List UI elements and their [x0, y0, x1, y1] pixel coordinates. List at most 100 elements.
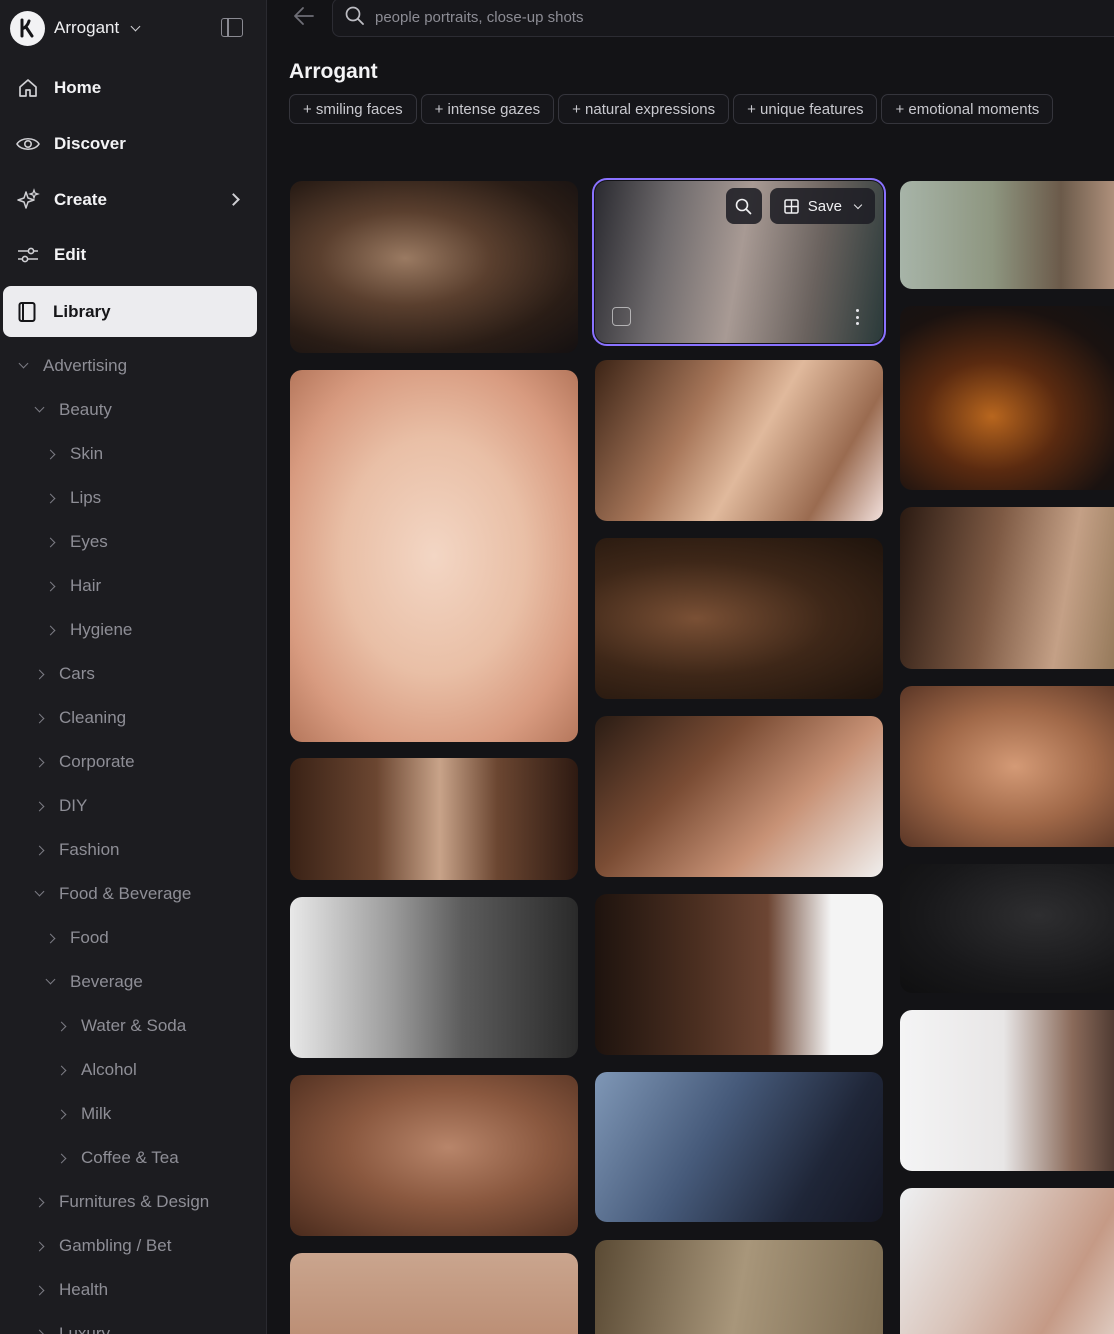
chevron-right-icon — [56, 1021, 67, 1031]
image-tile[interactable] — [595, 538, 883, 699]
image-tile[interactable] — [290, 897, 578, 1058]
image-tile[interactable] — [290, 1253, 578, 1334]
chevron-right-icon — [34, 757, 45, 767]
tree-item-label: Food — [70, 928, 109, 947]
tree-item[interactable]: Beauty — [34, 395, 112, 425]
back-arrow-icon[interactable] — [293, 6, 315, 26]
nav-item-home[interactable]: Home — [4, 63, 258, 113]
image-tile[interactable] — [900, 306, 1114, 490]
nav-label: Home — [54, 78, 102, 97]
image-tile[interactable] — [900, 864, 1114, 993]
image-tile[interactable] — [900, 507, 1114, 669]
chevron-right-icon — [45, 493, 56, 503]
tree-item[interactable]: Lips — [45, 483, 102, 513]
image-tile-selected[interactable]: Save — [592, 178, 886, 346]
tree-item[interactable]: Beverage — [45, 967, 143, 997]
tree-item-label: Furnitures & Design — [59, 1192, 210, 1211]
tree-item[interactable]: Eyes — [45, 527, 108, 557]
image-tile[interactable] — [290, 370, 578, 742]
image-tile[interactable] — [900, 181, 1114, 289]
chip-natural-expressions[interactable]: + natural expressions — [558, 94, 730, 124]
image-tile[interactable] — [290, 181, 578, 353]
sliders-icon — [16, 243, 40, 267]
tree-item[interactable]: Cars — [34, 659, 95, 689]
tree-item-label: Beauty — [59, 400, 112, 419]
tree-item[interactable]: Hair — [45, 571, 101, 601]
search-input[interactable] — [375, 9, 1075, 26]
nav-item-library[interactable]: Library — [3, 286, 257, 337]
tree-item[interactable]: Gambling / Bet — [34, 1231, 171, 1261]
tree-item-label: Coffee & Tea — [81, 1148, 179, 1167]
chip-intense-gazes[interactable]: + intense gazes — [420, 94, 555, 124]
image-tile[interactable] — [595, 716, 883, 877]
chevron-right-icon — [45, 449, 56, 459]
tree-item[interactable]: Cleaning — [34, 703, 126, 733]
tree-item[interactable]: Luxury — [34, 1319, 111, 1334]
chevron-down-icon — [45, 974, 56, 985]
tree-item-label: Lips — [70, 488, 102, 507]
chevron-right-icon — [45, 537, 56, 547]
suggestion-chips: + smiling faces + intense gazes + natura… — [289, 94, 1054, 124]
tree-item-label: Alcohol — [81, 1060, 137, 1079]
tree-item[interactable]: DIY — [34, 791, 87, 821]
tile-actions: Save — [725, 188, 875, 224]
tree-item[interactable]: Fashion — [34, 835, 119, 865]
image-tile[interactable] — [290, 758, 578, 880]
chip-smiling-faces[interactable]: + smiling faces — [289, 94, 417, 124]
tree-item[interactable]: Food & Beverage — [34, 879, 191, 909]
chevron-right-icon — [34, 669, 45, 679]
tree-item[interactable]: Alcohol — [56, 1055, 137, 1085]
image-tile[interactable] — [290, 1075, 578, 1236]
nav-item-discover[interactable]: Discover — [4, 119, 258, 169]
save-button[interactable]: Save — [769, 188, 875, 224]
tree-item-label: Advertising — [43, 356, 128, 375]
tree-item[interactable]: Advertising — [18, 351, 128, 381]
tree-item[interactable]: Health — [34, 1275, 108, 1305]
tree-item[interactable]: Milk — [56, 1099, 112, 1129]
tree-item[interactable]: Food — [45, 923, 109, 953]
chip-unique-features[interactable]: + unique features — [733, 94, 878, 124]
image-tile[interactable] — [595, 360, 883, 521]
workspace-name: Arrogant — [54, 18, 120, 37]
chevron-right-icon — [34, 1285, 45, 1295]
tree-item-label: Milk — [81, 1104, 112, 1123]
save-label: Save — [807, 197, 842, 215]
chevron-down-icon — [34, 886, 45, 897]
nav-label: Discover — [54, 134, 126, 153]
tree-item[interactable]: Water & Soda — [56, 1011, 186, 1041]
tree-item[interactable]: Furnitures & Design — [34, 1187, 210, 1217]
image-tile[interactable] — [595, 1240, 883, 1334]
tree-item-label: Luxury — [59, 1324, 111, 1334]
image-tile[interactable] — [595, 894, 883, 1055]
nav-label: Create — [54, 190, 107, 209]
workspace-switcher[interactable]: Arrogant — [10, 10, 141, 46]
chip-emotional-moments[interactable]: + emotional moments — [881, 94, 1054, 124]
grid-icon — [784, 198, 799, 214]
chevron-right-icon — [34, 1241, 45, 1251]
image-tile[interactable] — [900, 686, 1114, 847]
tree-item-label: Eyes — [70, 532, 108, 551]
sidebar-toggle-icon[interactable] — [221, 18, 243, 37]
home-icon — [16, 76, 40, 100]
tree-item[interactable]: Skin — [45, 439, 103, 469]
image-tile[interactable] — [595, 1072, 883, 1222]
search-bar[interactable] — [332, 0, 1114, 37]
nav-item-edit[interactable]: Edit — [4, 230, 258, 280]
page-title: Arrogant — [289, 60, 378, 83]
chevron-down-icon — [853, 200, 863, 209]
tree-item[interactable]: Hygiene — [45, 615, 132, 645]
tree-item[interactable]: Coffee & Tea — [56, 1143, 179, 1173]
search-icon — [735, 198, 752, 214]
image-tile[interactable] — [900, 1010, 1114, 1171]
chevron-down-icon — [34, 402, 45, 413]
image-tile[interactable] — [900, 1188, 1114, 1334]
nav-item-create[interactable]: Create — [4, 175, 258, 225]
more-options-icon[interactable] — [856, 309, 860, 325]
nav-label: Edit — [54, 245, 87, 264]
chevron-right-icon — [34, 845, 45, 855]
visual-search-button[interactable] — [725, 188, 762, 224]
tree-item[interactable]: Corporate — [34, 747, 135, 777]
chevron-right-icon — [227, 193, 240, 206]
chevron-right-icon — [45, 581, 56, 591]
select-checkbox[interactable] — [612, 307, 631, 326]
